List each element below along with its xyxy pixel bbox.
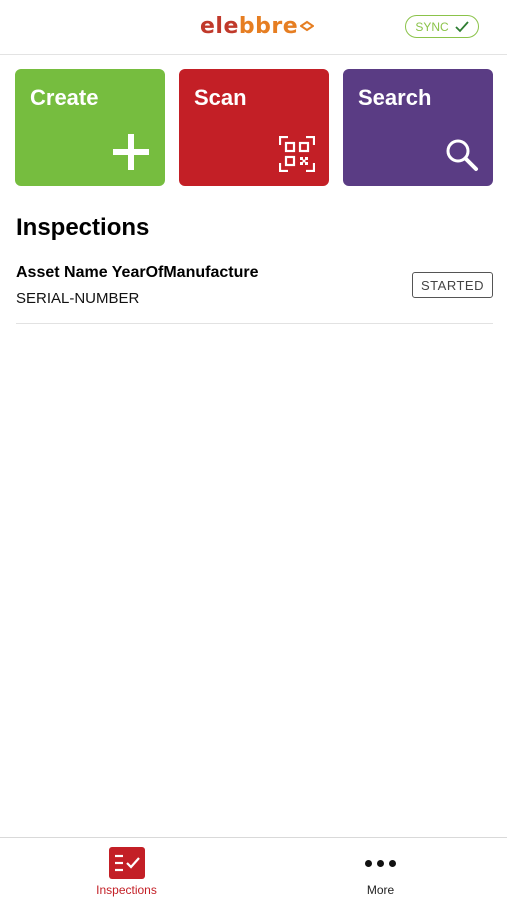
create-tile-button[interactable]: Create [15,69,165,186]
create-label: Create [30,85,99,110]
scan-tile-button[interactable]: Scan [179,69,329,186]
plus-icon [113,134,149,170]
inspections-heading: Inspections [16,214,150,241]
app-header: ele bbre SYNC [0,0,507,55]
scan-label: Scan [194,85,247,110]
logo-text-part2: bbre [238,13,299,39]
status-badge: STARTED [412,272,493,298]
more-dots-icon [363,847,399,879]
asset-name: Asset Name YearOfManufacture [16,264,259,281]
inspection-list-item[interactable]: Asset Name YearOfManufacture SERIAL-NUMB… [16,258,493,324]
tab-more[interactable]: More [254,838,507,901]
tab-inspections-label: Inspections [96,883,157,897]
logo-mark-icon [300,20,315,32]
search-icon [446,139,478,171]
qr-code-icon [279,136,315,172]
search-label: Search [358,85,432,110]
elebbre-logo: ele bbre [200,12,315,40]
sync-label: SYNC [415,19,449,34]
sync-button[interactable]: SYNC [405,15,479,38]
bottom-tab-bar: Inspections More [0,837,507,901]
search-tile-button[interactable]: Search [343,69,493,186]
logo-text-part1: ele [200,13,239,39]
checklist-icon [108,847,145,879]
checkmark-icon [455,20,469,32]
tab-more-label: More [366,883,395,897]
tab-inspections[interactable]: Inspections [0,838,253,901]
serial-number: SERIAL-NUMBER [16,290,140,307]
